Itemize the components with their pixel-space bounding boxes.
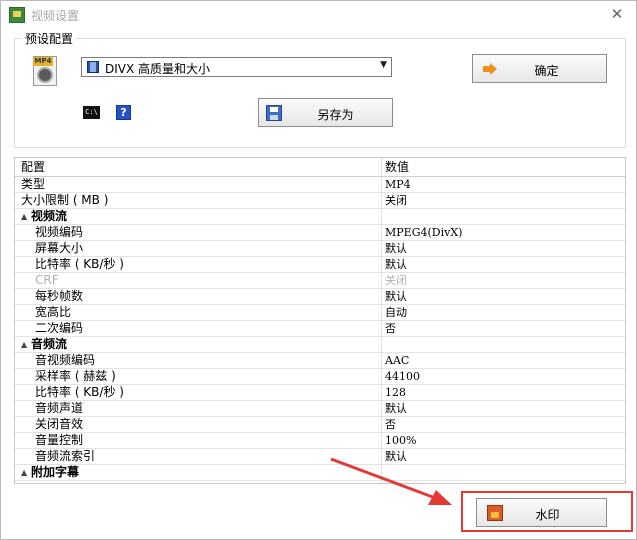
table-row[interactable]: 关闭音效 否 [15,417,625,433]
settings-property-grid: 配置 数值 类型 MP4 大小限制 ( MB ) 关闭 ▲ 视频流 视频编码 M… [14,157,626,484]
table-row[interactable]: 音频声道 默认 [15,401,625,417]
category-row-subtitles[interactable]: ▲ 附加字幕 [15,465,625,481]
row-value[interactable]: 默认 [385,289,621,304]
row-name: 采样率 ( 赫兹 ) [35,369,116,383]
row-value: 关闭 [385,274,407,287]
save-as-button[interactable]: 另存为 [258,98,393,127]
table-row[interactable]: 视频编码 MPEG4(DivX) [15,225,625,241]
mp4-file-icon: MP4 [33,56,59,86]
row-name: 关闭音效 [35,417,84,431]
row-value[interactable]: 100% [385,433,621,448]
table-row[interactable]: 大小限制 ( MB ) 关闭 [15,193,625,209]
app-icon [9,7,25,23]
row-name: 二次编码 [35,321,84,335]
row-value[interactable]: 默认 [385,401,621,416]
table-row[interactable]: 宽高比 自动 [15,305,625,321]
category-row-video[interactable]: ▲ 视频流 [15,209,625,225]
preset-group-label: 预设配置 [22,30,77,47]
row-name: 比特率 ( KB/秒 ) [35,257,124,271]
table-row[interactable]: 音视频编码 AAC [15,353,625,369]
table-row-disabled: CRF 关闭 [15,273,625,289]
table-row[interactable]: 屏幕大小 默认 [15,241,625,257]
table-row[interactable]: 音量控制 100% [15,433,625,449]
row-name: 音量控制 [35,433,84,447]
row-value[interactable]: MP4 [385,177,621,192]
row-name: 宽高比 [35,305,72,319]
table-row[interactable]: 每秒帧数 默认 [15,289,625,305]
row-name: 音频声道 [35,401,84,415]
ok-button-label: 确定 [534,64,559,78]
row-name: 屏幕大小 [35,241,84,255]
header-name: 配置 [21,160,46,174]
row-value[interactable]: 否 [385,321,621,336]
table-row[interactable]: 音频流索引 默认 [15,449,625,465]
category-row-audio[interactable]: ▲ 音频流 [15,337,625,353]
table-row[interactable]: 比特率 ( KB/秒 ) 默认 [15,257,625,273]
table-row[interactable]: 比特率 ( KB/秒 ) 128 [15,385,625,401]
profile-dropdown[interactable]: DIVX 高质量和大小 ▼ [81,57,392,77]
row-name: CRF [35,273,59,287]
row-name: 每秒帧数 [35,289,84,303]
profile-dropdown-value: DIVX 高质量和大小 [105,62,211,76]
grid-header: 配置 数值 [15,158,625,177]
watermark-button[interactable]: 水印 [476,498,607,527]
ok-button[interactable]: 确定 [472,54,607,83]
row-value[interactable]: 默认 [385,241,621,256]
row-value[interactable]: 关闭 [385,193,621,208]
row-name: 音视频编码 [35,353,96,367]
row-value[interactable]: MPEG4(DivX) [385,225,621,240]
category-label: 视频流 [31,209,68,223]
table-row[interactable]: 类型 MP4 [15,177,625,193]
category-label: 附加字幕 [31,465,80,479]
row-value[interactable]: 自动 [385,305,621,320]
collapse-caret-icon[interactable]: ▲ [21,340,27,349]
window-title: 视频设置 [31,9,80,23]
close-icon[interactable]: ✕ [607,5,627,23]
watermark-label: 水印 [535,508,560,522]
row-value[interactable]: 128 [385,385,621,400]
save-as-label: 另存为 [317,108,354,122]
command-icon[interactable]: C:\ [83,106,100,119]
row-value[interactable]: 否 [385,417,621,432]
collapse-caret-icon[interactable]: ▲ [21,212,27,221]
row-value[interactable]: 默认 [385,449,621,464]
row-name: 视频编码 [35,225,84,239]
category-label: 音频流 [31,337,68,351]
row-value[interactable]: 默认 [385,257,621,272]
help-icon[interactable]: ? [116,105,131,120]
collapse-caret-icon[interactable]: ▲ [21,468,27,477]
row-name: 比特率 ( KB/秒 ) [35,385,124,399]
table-row[interactable]: 二次编码 否 [15,321,625,337]
row-name: 类型 [21,177,46,191]
table-row[interactable]: 采样率 ( 赫兹 ) 44100 [15,369,625,385]
row-name: 大小限制 ( MB ) [21,193,109,207]
row-value[interactable]: 44100 [385,369,621,384]
film-icon [87,61,99,73]
title-bar: 视频设置 ✕ [1,1,636,29]
header-value: 数值 [385,160,410,174]
chevron-down-icon[interactable]: ▼ [380,60,387,70]
row-name: 音频流索引 [35,449,96,463]
row-value[interactable]: AAC [385,353,621,368]
